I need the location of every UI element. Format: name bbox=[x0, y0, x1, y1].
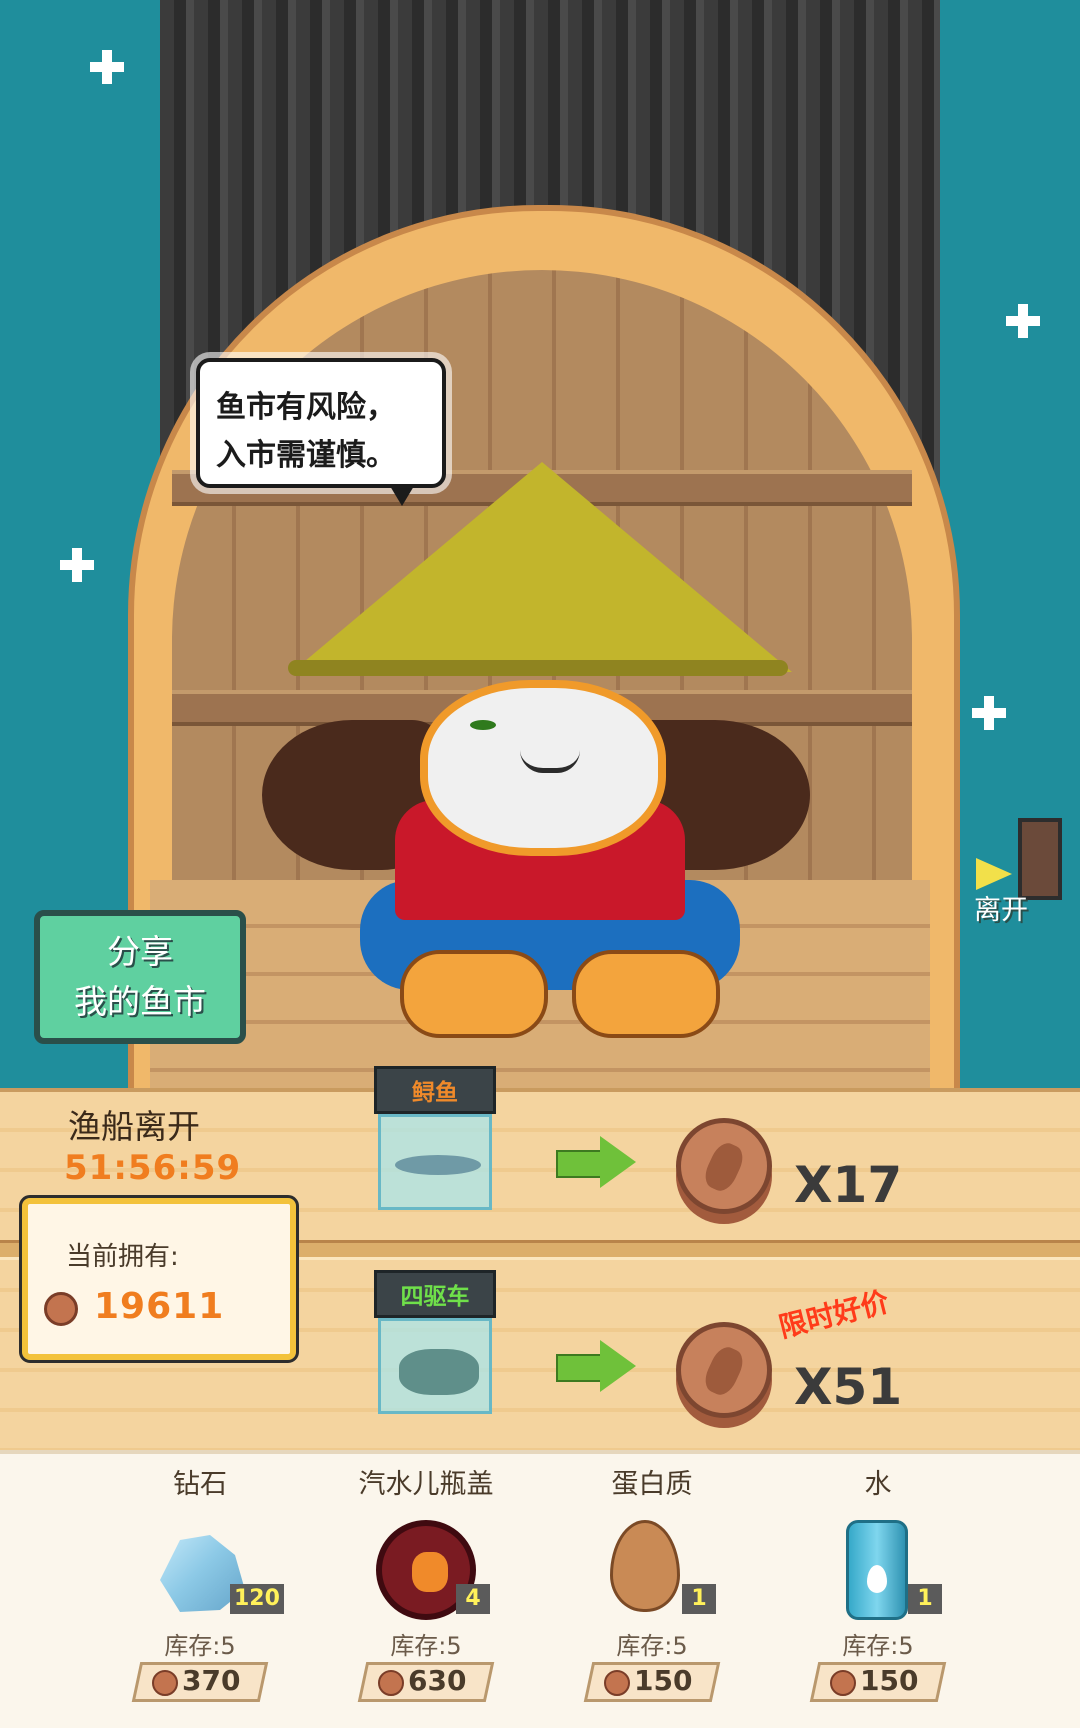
sparkle-icon bbox=[1006, 304, 1040, 338]
item-price: 150 bbox=[634, 1664, 693, 1697]
item-price: 150 bbox=[860, 1664, 919, 1697]
speech-line-1: 鱼市有风险， bbox=[216, 390, 396, 425]
fish-tank: 鲟鱼 bbox=[374, 1066, 496, 1216]
item-stock: 库存:5 bbox=[842, 1632, 914, 1660]
cat-eye bbox=[470, 720, 496, 730]
item-stock: 库存:5 bbox=[390, 1632, 462, 1660]
straw-hat-icon bbox=[292, 462, 792, 672]
shop-item-diamond[interactable]: 钻石 120 库存:5 370 bbox=[90, 1456, 310, 1726]
coin-icon bbox=[604, 1670, 630, 1696]
item-name: 钻石 bbox=[173, 1469, 227, 1500]
coin-icon bbox=[830, 1670, 856, 1696]
share-market-button[interactable]: 分享 我的鱼市 bbox=[34, 910, 246, 1044]
water-can-icon bbox=[846, 1520, 908, 1620]
leave-button[interactable]: 离开 bbox=[966, 818, 1066, 928]
item-count: 1 bbox=[682, 1584, 716, 1614]
toy-car-icon bbox=[399, 1349, 479, 1395]
item-name: 汽水儿瓶盖 bbox=[358, 1469, 494, 1500]
tank-glass bbox=[378, 1318, 492, 1414]
arrow-right-icon bbox=[556, 1340, 636, 1392]
sparkle-icon bbox=[60, 548, 94, 582]
shop-item-water[interactable]: 水 1 库存:5 150 bbox=[768, 1456, 988, 1726]
owned-coins-amount: 19611 bbox=[94, 1286, 225, 1327]
item-stock: 库存:5 bbox=[616, 1632, 688, 1660]
offer-item-label: 鲟鱼 bbox=[412, 1080, 458, 1106]
share-button-line-2: 我的鱼市 bbox=[74, 982, 206, 1021]
speech-bubble: 鱼市有风险， 入市需谨慎。 bbox=[196, 358, 446, 506]
owned-coins-box: 当前拥有: 19611 bbox=[19, 1195, 299, 1363]
offer-multiplier: X51 bbox=[794, 1358, 903, 1416]
tank-lid: 四驱车 bbox=[374, 1270, 496, 1318]
item-count: 1 bbox=[908, 1584, 942, 1614]
owned-label: 当前拥有: bbox=[66, 1242, 179, 1272]
arrow-right-icon bbox=[976, 858, 1012, 890]
boat-departure-label: 渔船离开 bbox=[68, 1107, 200, 1146]
shop-item-bottle-cap[interactable]: 汽水儿瓶盖 4 库存:5 630 bbox=[316, 1456, 536, 1726]
item-name: 水 bbox=[864, 1469, 892, 1500]
fish-coin-icon bbox=[676, 1322, 772, 1418]
item-price: 630 bbox=[408, 1664, 467, 1697]
tank-glass bbox=[378, 1114, 492, 1210]
fish-market-screen: 鱼市有风险， 入市需谨慎。 分享 我的鱼市 离开 渔船离开 51:56:59 当… bbox=[0, 0, 1080, 1728]
leave-label: 离开 bbox=[974, 895, 1028, 926]
coin-icon bbox=[378, 1670, 404, 1696]
shop-item-protein[interactable]: 蛋白质 1 库存:5 150 bbox=[542, 1456, 762, 1726]
item-stock: 库存:5 bbox=[164, 1632, 236, 1660]
offer-multiplier: X17 bbox=[794, 1156, 903, 1214]
sparkle-icon bbox=[972, 696, 1006, 730]
arrow-right-icon bbox=[556, 1136, 636, 1188]
tank-lid: 鲟鱼 bbox=[374, 1066, 496, 1114]
egg-icon bbox=[610, 1520, 680, 1612]
speech-line-2: 入市需谨慎。 bbox=[216, 438, 396, 473]
item-price: 370 bbox=[182, 1664, 241, 1697]
sparkle-icon bbox=[90, 50, 124, 84]
coin-icon bbox=[152, 1670, 178, 1696]
coin-icon bbox=[44, 1292, 78, 1326]
fish-tank: 四驱车 bbox=[374, 1270, 496, 1420]
item-name: 蛋白质 bbox=[611, 1469, 693, 1500]
item-count: 4 bbox=[456, 1584, 490, 1614]
sturgeon-icon bbox=[395, 1155, 481, 1175]
fish-coin-icon bbox=[676, 1118, 772, 1214]
cat-paw-right bbox=[572, 950, 720, 1038]
share-button-line-1: 分享 bbox=[107, 932, 173, 971]
offer-item-label: 四驱车 bbox=[400, 1284, 470, 1310]
cat-paw-left bbox=[400, 950, 548, 1038]
straw-hat-rim bbox=[288, 660, 788, 676]
item-count: 120 bbox=[230, 1584, 284, 1614]
departure-countdown: 51:56:59 bbox=[64, 1148, 242, 1188]
